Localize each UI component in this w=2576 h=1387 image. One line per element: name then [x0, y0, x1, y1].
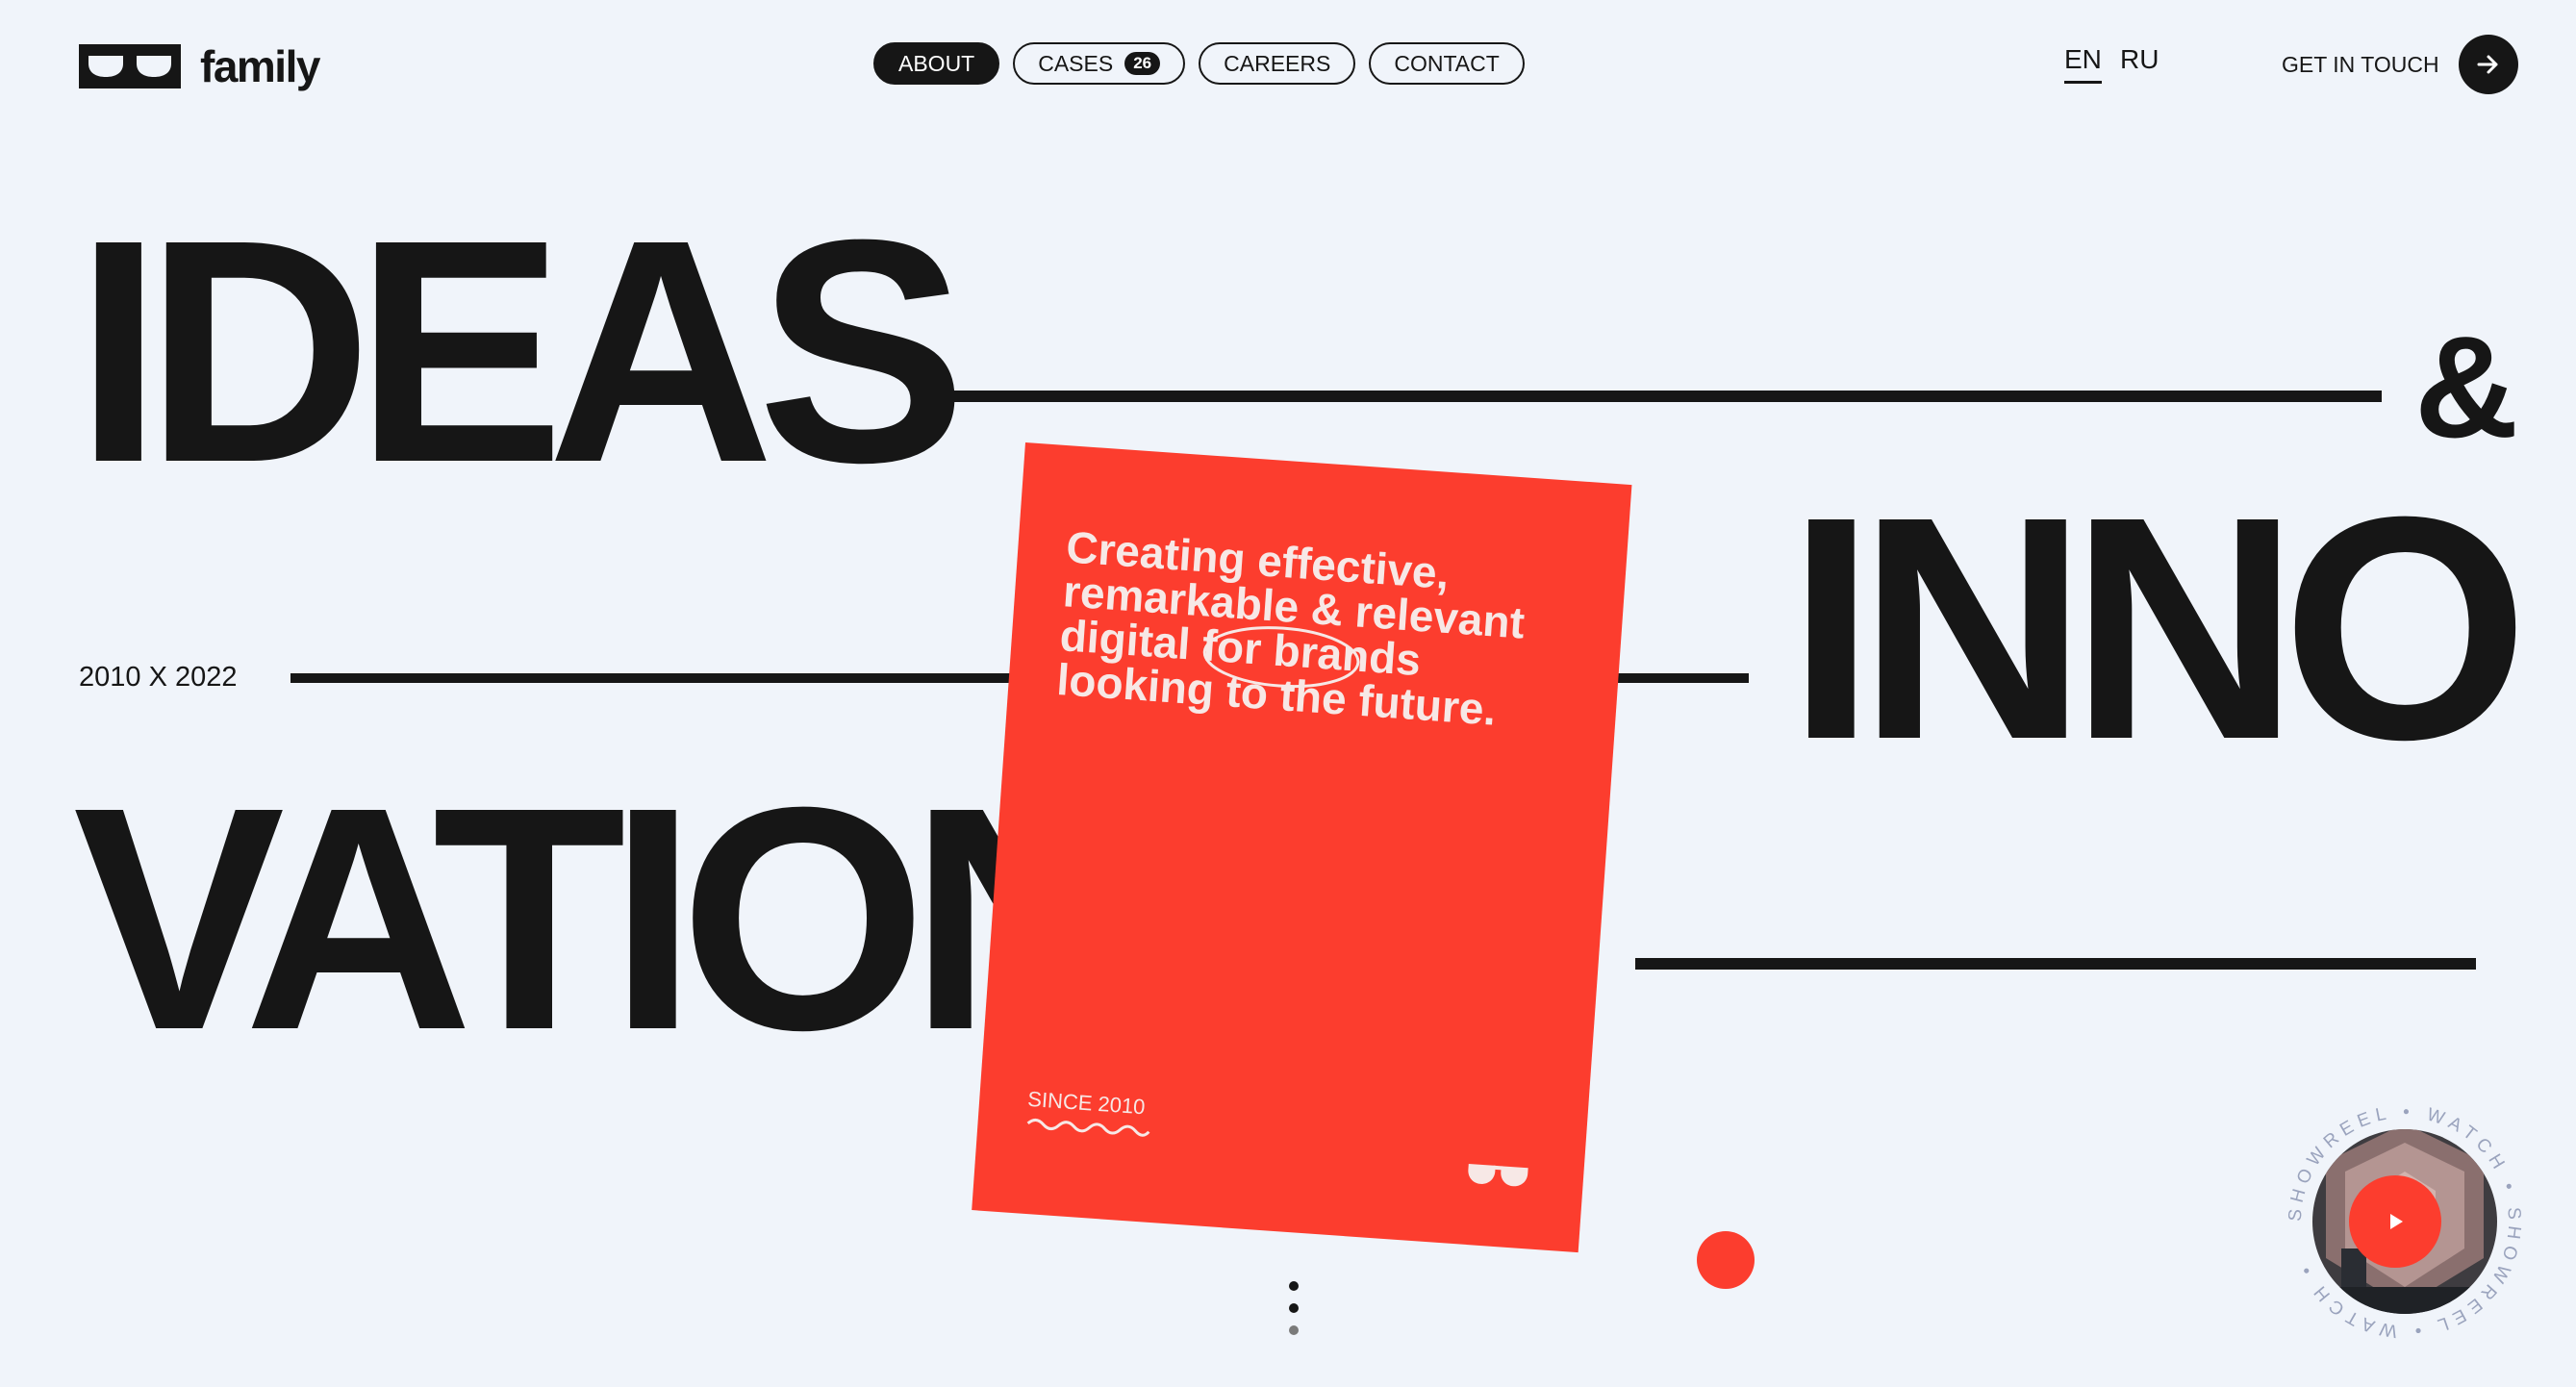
arrow-right-icon [2458, 35, 2518, 94]
hero-rule-1 [943, 391, 2382, 402]
card-since: SINCE 2010 [1025, 1087, 1153, 1138]
nav-contact-label: CONTACT [1394, 50, 1500, 76]
nav-cases-label: CASES [1038, 50, 1114, 76]
nav-careers[interactable]: CAREERS [1199, 42, 1356, 85]
scroll-dot [1289, 1281, 1299, 1291]
hero-word-vation: VATION [73, 741, 1139, 1096]
wave-underline-icon [1026, 1118, 1150, 1137]
lang-en[interactable]: EN [2064, 44, 2102, 84]
nav-about-label: ABOUT [898, 50, 975, 76]
years-label: 2010 X 2022 [79, 662, 238, 693]
hero-rule-3 [1635, 958, 2476, 970]
nav-about[interactable]: ABOUT [873, 42, 1000, 85]
play-icon [2390, 1214, 2403, 1229]
brand-name: family [200, 41, 320, 91]
promo-card[interactable]: Creating effective, remarkable & relevan… [972, 442, 1632, 1253]
lang-ru[interactable]: RU [2120, 44, 2159, 75]
red-dot-decoration [1697, 1231, 1755, 1289]
brand-logo[interactable]: family [79, 40, 320, 92]
hero-word-ideas: IDEAS [75, 173, 967, 528]
nav-cases[interactable]: CASES 26 [1013, 42, 1186, 85]
glasses-logo-icon [79, 44, 181, 88]
get-in-touch-label: GET IN TOUCH [2282, 51, 2439, 77]
card-since-label: SINCE 2010 [1026, 1086, 1147, 1120]
scroll-dot [1289, 1303, 1299, 1313]
play-button[interactable] [2349, 1175, 2441, 1268]
hero-ampersand: & [2414, 306, 2519, 467]
glasses-icon [1468, 1163, 1528, 1187]
scroll-indicator[interactable] [1289, 1281, 1299, 1335]
main-nav: ABOUT CASES 26 CAREERS CONTACT [873, 42, 1525, 85]
cases-count-badge: 26 [1124, 52, 1161, 75]
scroll-dot [1289, 1325, 1299, 1335]
highlight-circle-icon [1202, 626, 1360, 689]
hero-word-inno: INNO [1787, 450, 2529, 805]
nav-careers-label: CAREERS [1224, 50, 1331, 76]
nav-contact[interactable]: CONTACT [1369, 42, 1525, 85]
get-in-touch-button[interactable]: GET IN TOUCH [2282, 35, 2518, 94]
